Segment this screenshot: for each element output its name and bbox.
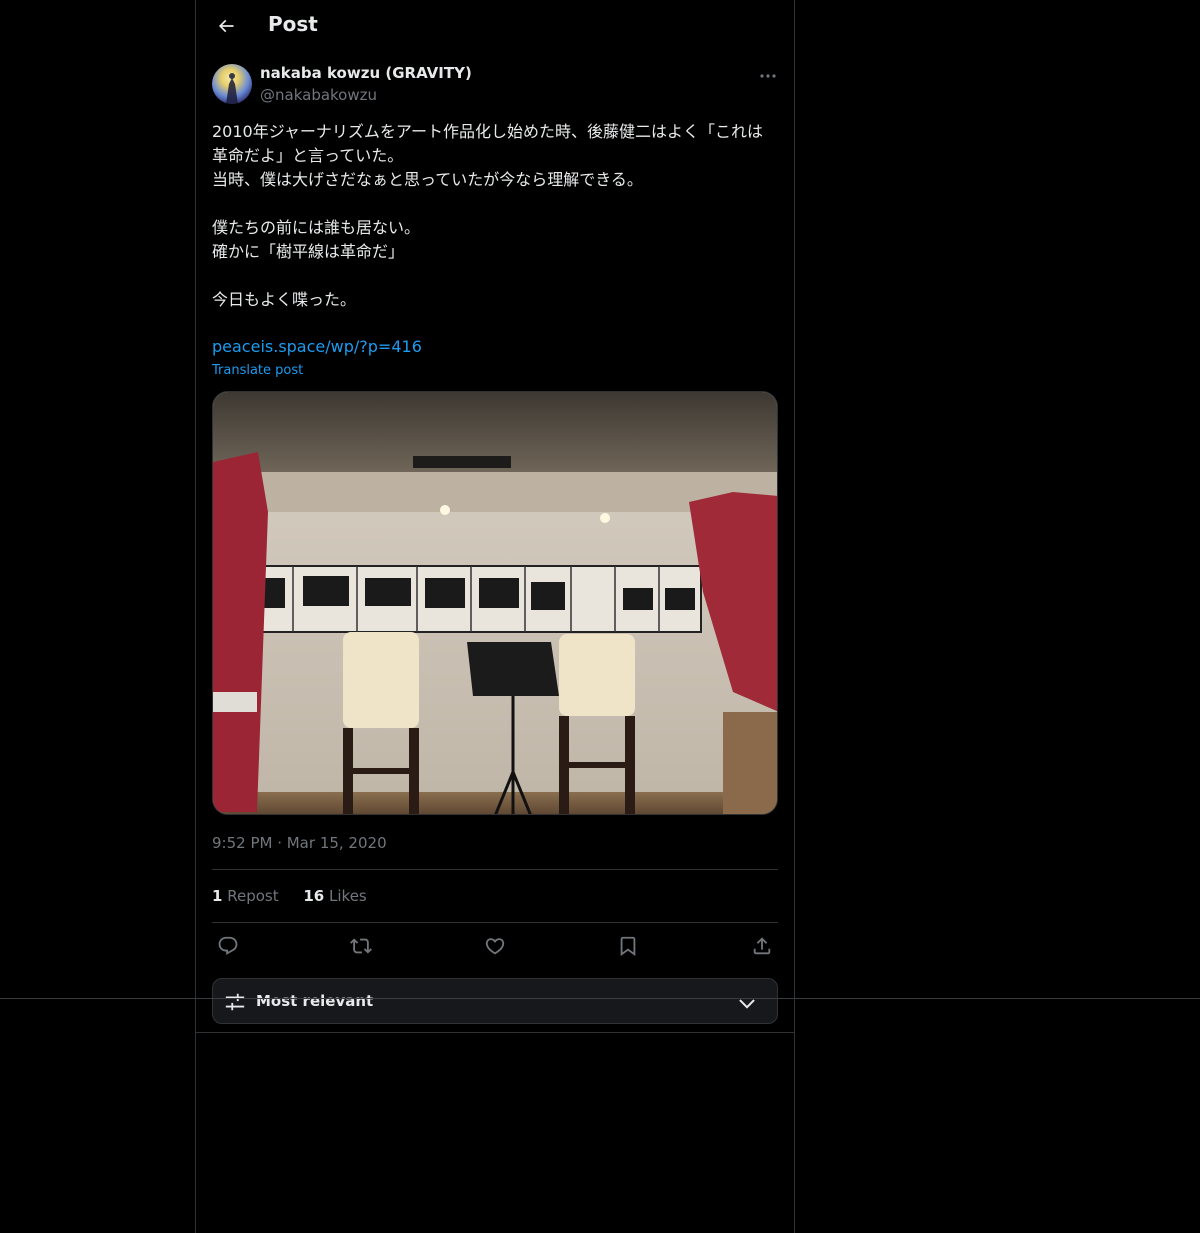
- heart-icon: [485, 938, 505, 955]
- arrow-left-icon: [218, 19, 234, 33]
- likes-count: 16: [303, 887, 325, 905]
- post-text-line: 確かに「樹平線は革命だ」: [212, 242, 405, 261]
- post-text: 2010年ジャーナリズムをアート作品化し始めた時、後藤健二はよく「これは革命だよ…: [212, 120, 778, 312]
- translate-post-link[interactable]: Translate post: [212, 363, 303, 378]
- more-options-button[interactable]: [756, 66, 780, 86]
- post-text-line: 今日もよく喋った。: [212, 290, 357, 309]
- like-button[interactable]: [479, 930, 511, 962]
- repost-count: 1: [212, 887, 223, 905]
- reply-icon: [218, 936, 238, 955]
- avatar[interactable]: [212, 64, 252, 104]
- avatar-image: [226, 73, 238, 104]
- post-text-line: 2010年ジャーナリズムをアート作品化し始めた時、後藤健二はよく「これは革命だよ…: [212, 122, 763, 165]
- sliders-icon: [225, 993, 245, 1011]
- top-bar: Post: [196, 0, 794, 54]
- reply-button[interactable]: [212, 930, 244, 962]
- gallery-photo: [213, 392, 777, 814]
- repost-label: Repost: [227, 887, 279, 905]
- main-column: Post nakaba kowzu (GRAVITY) @nakabakowzu…: [195, 0, 795, 1233]
- share-icon: [753, 937, 771, 955]
- post-timestamp[interactable]: 9:52 PM · Mar 15, 2020: [212, 834, 387, 852]
- author-handle[interactable]: @nakabakowzu: [260, 86, 377, 104]
- repost-button[interactable]: [345, 930, 377, 962]
- bookmark-icon: [620, 936, 636, 957]
- post-link[interactable]: peaceis.space/wp/?p=416: [212, 335, 422, 359]
- likes-label: Likes: [329, 887, 367, 905]
- page-title: Post: [268, 12, 318, 36]
- divider: [212, 869, 778, 870]
- overlay-guide-line: [0, 998, 1200, 999]
- post-image[interactable]: [212, 391, 778, 815]
- likes-stat[interactable]: 16 Likes: [303, 887, 366, 905]
- replies-sort-dropdown[interactable]: Most relevant: [212, 978, 778, 1024]
- sort-label: Most relevant: [256, 992, 374, 1010]
- repost-icon: [350, 938, 372, 954]
- divider: [212, 922, 778, 923]
- post-text-line: [212, 192, 778, 216]
- more-icon: [760, 74, 776, 78]
- action-bar: [212, 930, 778, 962]
- post-text-line: 僕たちの前には誰も居ない。: [212, 218, 421, 237]
- chevron-down-icon: [739, 999, 755, 1009]
- repost-stat[interactable]: 1 Repost: [212, 887, 279, 905]
- engagement-stats: 1 Repost 16 Likes: [212, 887, 387, 905]
- post-text-line: 当時、僕は大げさだなぁと思っていたが今なら理解できる。: [212, 170, 643, 189]
- section-divider: [196, 1032, 794, 1033]
- bookmark-button[interactable]: [612, 930, 644, 962]
- author-name[interactable]: nakaba kowzu (GRAVITY): [260, 64, 472, 82]
- back-button[interactable]: [208, 8, 244, 44]
- share-button[interactable]: [746, 930, 778, 962]
- post-text-line: [212, 264, 778, 288]
